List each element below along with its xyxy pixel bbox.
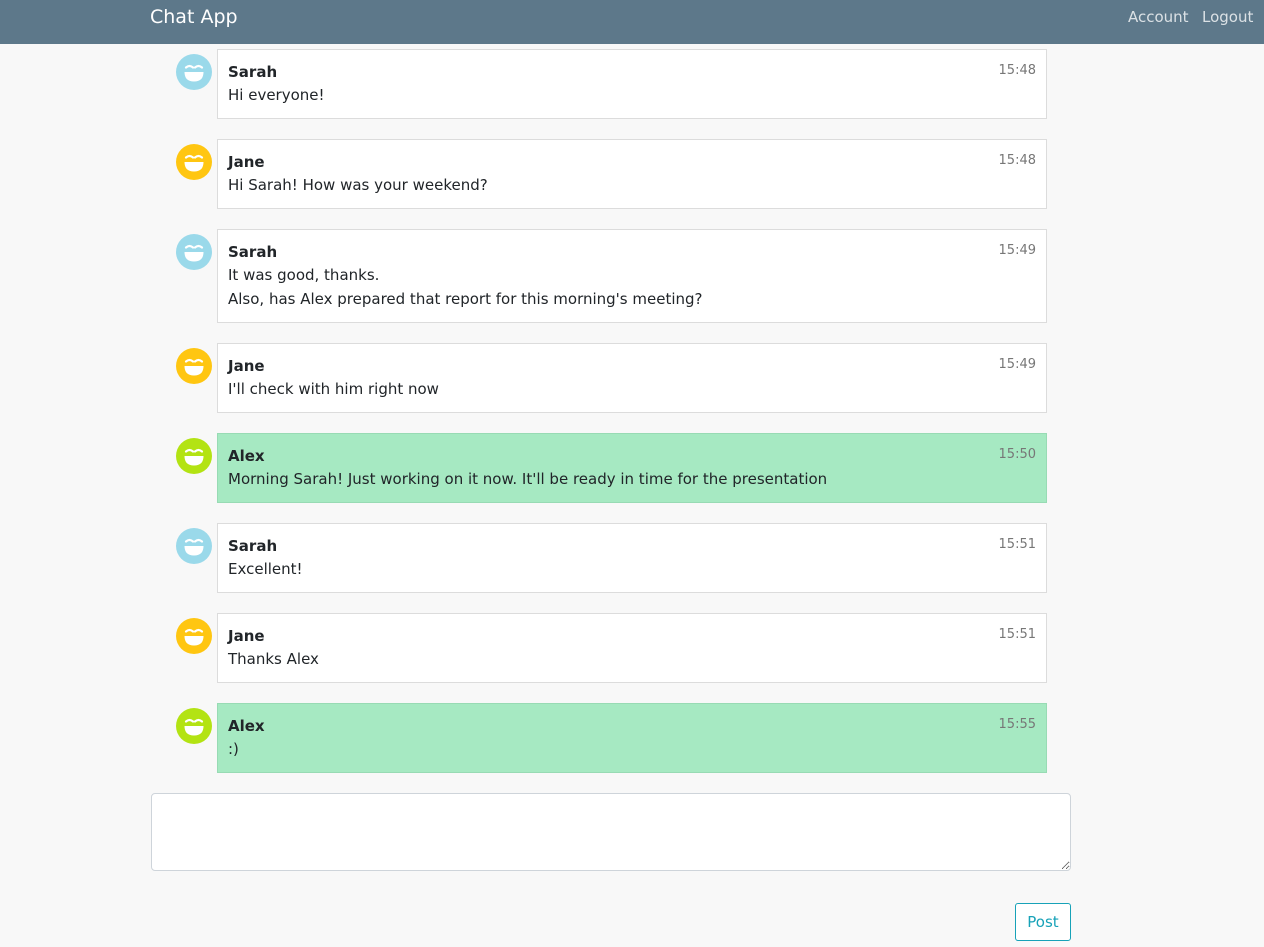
- message-time: 15:55: [998, 717, 1036, 732]
- smiley-icon: [176, 348, 212, 384]
- message-item: Jane 15:51 Thanks Alex: [176, 613, 1047, 683]
- account-link[interactable]: Account: [1128, 8, 1189, 26]
- message-author: Sarah: [228, 537, 278, 555]
- message-bubble: Jane 15:48 Hi Sarah! How was your weeken…: [217, 139, 1047, 209]
- navbar: Chat App Account Logout: [0, 0, 1264, 44]
- message-item: Jane 15:49 I'll check with him right now: [176, 343, 1047, 413]
- message-text: Excellent!: [228, 560, 303, 578]
- message-item: Sarah 15:48 Hi everyone!: [176, 49, 1047, 119]
- message-bubble: Jane 15:49 I'll check with him right now: [217, 343, 1047, 413]
- message-text: Thanks Alex: [228, 650, 319, 668]
- message-time: 15:51: [998, 627, 1036, 642]
- message-text: Also, has Alex prepared that report for …: [228, 290, 703, 308]
- message-text: Morning Sarah! Just working on it now. I…: [228, 470, 828, 488]
- message-time: 15:50: [998, 447, 1036, 462]
- message-time: 15:48: [998, 63, 1036, 78]
- smiley-icon: [176, 438, 212, 474]
- message-item: Sarah 15:49 It was good, thanks. Also, h…: [176, 229, 1047, 323]
- message-item: Alex 15:55 :): [176, 703, 1047, 773]
- message-author: Sarah: [228, 243, 278, 261]
- message-author: Sarah: [228, 63, 278, 81]
- message-bubble: Sarah 15:48 Hi everyone!: [217, 49, 1047, 119]
- logout-link[interactable]: Logout: [1202, 8, 1253, 26]
- message-time: 15:49: [998, 243, 1036, 258]
- smiley-icon: [176, 618, 212, 654]
- message-author: Jane: [228, 627, 265, 645]
- message-time: 15:49: [998, 357, 1036, 372]
- message-author: Alex: [228, 717, 265, 735]
- message-bubble: Jane 15:51 Thanks Alex: [217, 613, 1047, 683]
- message-input[interactable]: [151, 793, 1071, 871]
- message-bubble-own: Alex 15:55 :): [217, 703, 1047, 773]
- message-text: Hi Sarah! How was your weekend?: [228, 176, 488, 194]
- smiley-icon: [176, 528, 212, 564]
- smiley-icon: [176, 708, 212, 744]
- message-text: It was good, thanks.: [228, 266, 380, 284]
- message-author: Jane: [228, 153, 265, 171]
- message-time: 15:51: [998, 537, 1036, 552]
- message-text: :): [228, 740, 239, 758]
- message-author: Alex: [228, 447, 265, 465]
- message-bubble: Sarah 15:51 Excellent!: [217, 523, 1047, 593]
- app-title[interactable]: Chat App: [150, 6, 238, 28]
- post-button[interactable]: Post: [1015, 903, 1071, 941]
- message-text: Hi everyone!: [228, 86, 325, 104]
- smiley-icon: [176, 54, 212, 90]
- smiley-icon: [176, 144, 212, 180]
- message-bubble: Sarah 15:49 It was good, thanks. Also, h…: [217, 229, 1047, 323]
- message-text: I'll check with him right now: [228, 380, 439, 398]
- message-item: Sarah 15:51 Excellent!: [176, 523, 1047, 593]
- message-time: 15:48: [998, 153, 1036, 168]
- message-author: Jane: [228, 357, 265, 375]
- message-item: Jane 15:48 Hi Sarah! How was your weeken…: [176, 139, 1047, 209]
- message-bubble-own: Alex 15:50 Morning Sarah! Just working o…: [217, 433, 1047, 503]
- smiley-icon: [176, 234, 212, 270]
- message-item: Alex 15:50 Morning Sarah! Just working o…: [176, 433, 1047, 503]
